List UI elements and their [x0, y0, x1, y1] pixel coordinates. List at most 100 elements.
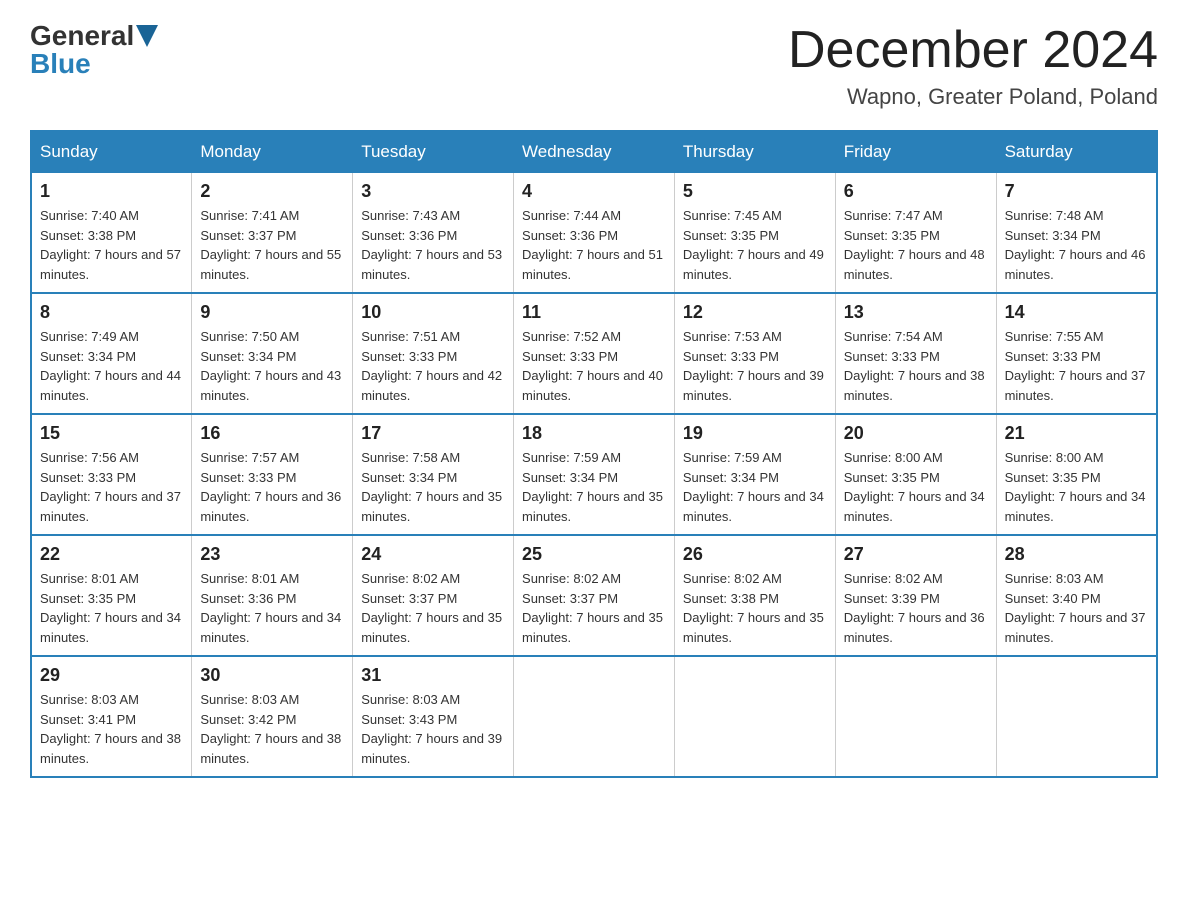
- day-number: 26: [683, 544, 827, 565]
- day-number: 14: [1005, 302, 1148, 323]
- day-number: 28: [1005, 544, 1148, 565]
- calendar-cell: 17Sunrise: 7:58 AMSunset: 3:34 PMDayligh…: [353, 414, 514, 535]
- day-number: 7: [1005, 181, 1148, 202]
- logo-arrow-icon: [136, 25, 158, 47]
- calendar-cell: 18 Sunrise: 7:59 AMSunset: 3:34 PMDayligh…: [514, 414, 675, 535]
- day-number: 3: [361, 181, 505, 202]
- calendar-cell: 7 Sunrise: 7:48 AMSunset: 3:34 PMDaylight…: [996, 173, 1157, 294]
- header-row: SundayMondayTuesdayWednesdayThursdayFrid…: [31, 131, 1157, 173]
- day-info: Sunrise: 7:52 AMSunset: 3:33 PMDaylight:…: [522, 327, 666, 405]
- day-info: Sunrise: 7:48 AMSunset: 3:34 PMDaylight:…: [1005, 206, 1148, 284]
- day-number: 24: [361, 544, 505, 565]
- day-number: 30: [200, 665, 344, 686]
- calendar-cell: 9 Sunrise: 7:50 AMSunset: 3:34 PMDaylight…: [192, 293, 353, 414]
- calendar-cell: [674, 656, 835, 777]
- calendar-row-2: 15 Sunrise: 7:56 AMSunset: 3:33 PMDayligh…: [31, 414, 1157, 535]
- calendar-cell: 19 Sunrise: 7:59 AMSunset: 3:34 PMDayligh…: [674, 414, 835, 535]
- day-info: Sunrise: 7:53 AMSunset: 3:33 PMDaylight:…: [683, 327, 827, 405]
- day-number: 21: [1005, 423, 1148, 444]
- calendar-cell: 10 Sunrise: 7:51 AMSunset: 3:33 PMDayligh…: [353, 293, 514, 414]
- header-cell-friday: Friday: [835, 131, 996, 173]
- day-number: 9: [200, 302, 344, 323]
- title-area: December 2024 Wapno, Greater Poland, Pol…: [788, 20, 1158, 110]
- day-info: Sunrise: 8:01 AMSunset: 3:36 PMDaylight:…: [200, 569, 344, 647]
- header-cell-thursday: Thursday: [674, 131, 835, 173]
- day-info: Sunrise: 7:41 AMSunset: 3:37 PMDaylight:…: [200, 206, 344, 284]
- calendar-cell: 11 Sunrise: 7:52 AMSunset: 3:33 PMDayligh…: [514, 293, 675, 414]
- calendar-header: SundayMondayTuesdayWednesdayThursdayFrid…: [31, 131, 1157, 173]
- calendar-cell: 16Sunrise: 7:57 AMSunset: 3:33 PMDayligh…: [192, 414, 353, 535]
- day-number: 12: [683, 302, 827, 323]
- day-number: 18: [522, 423, 666, 444]
- calendar-cell: 1Sunrise: 7:40 AMSunset: 3:38 PMDaylight…: [31, 173, 192, 294]
- calendar-body: 1Sunrise: 7:40 AMSunset: 3:38 PMDaylight…: [31, 173, 1157, 778]
- day-number: 13: [844, 302, 988, 323]
- header-cell-sunday: Sunday: [31, 131, 192, 173]
- calendar-cell: 13 Sunrise: 7:54 AMSunset: 3:33 PMDayligh…: [835, 293, 996, 414]
- calendar-cell: 3 Sunrise: 7:43 AMSunset: 3:36 PMDaylight…: [353, 173, 514, 294]
- calendar-cell: 20Sunrise: 8:00 AMSunset: 3:35 PMDayligh…: [835, 414, 996, 535]
- calendar-cell: 8 Sunrise: 7:49 AMSunset: 3:34 PMDaylight…: [31, 293, 192, 414]
- day-info: Sunrise: 7:59 AMSunset: 3:34 PMDaylight:…: [683, 448, 827, 526]
- calendar-cell: 14 Sunrise: 7:55 AMSunset: 3:33 PMDayligh…: [996, 293, 1157, 414]
- calendar-row-0: 1Sunrise: 7:40 AMSunset: 3:38 PMDaylight…: [31, 173, 1157, 294]
- day-number: 2: [200, 181, 344, 202]
- day-info: Sunrise: 7:59 AMSunset: 3:34 PMDaylight:…: [522, 448, 666, 526]
- calendar-cell: 24 Sunrise: 8:02 AMSunset: 3:37 PMDayligh…: [353, 535, 514, 656]
- day-number: 11: [522, 302, 666, 323]
- day-info: Sunrise: 8:02 AMSunset: 3:39 PMDaylight:…: [844, 569, 988, 647]
- day-info: Sunrise: 8:03 AMSunset: 3:40 PMDaylight:…: [1005, 569, 1148, 647]
- day-info: Sunrise: 8:00 AMSunset: 3:35 PMDaylight:…: [844, 448, 988, 526]
- day-number: 19: [683, 423, 827, 444]
- day-info: Sunrise: 8:02 AMSunset: 3:38 PMDaylight:…: [683, 569, 827, 647]
- calendar-cell: 23 Sunrise: 8:01 AMSunset: 3:36 PMDayligh…: [192, 535, 353, 656]
- calendar-cell: 22 Sunrise: 8:01 AMSunset: 3:35 PMDayligh…: [31, 535, 192, 656]
- day-number: 29: [40, 665, 183, 686]
- day-info: Sunrise: 7:51 AMSunset: 3:33 PMDaylight:…: [361, 327, 505, 405]
- day-info: Sunrise: 8:01 AMSunset: 3:35 PMDaylight:…: [40, 569, 183, 647]
- day-info: Sunrise: 7:49 AMSunset: 3:34 PMDaylight:…: [40, 327, 183, 405]
- day-info: Sunrise: 7:45 AMSunset: 3:35 PMDaylight:…: [683, 206, 827, 284]
- header-cell-wednesday: Wednesday: [514, 131, 675, 173]
- header-cell-saturday: Saturday: [996, 131, 1157, 173]
- location-text: Wapno, Greater Poland, Poland: [788, 84, 1158, 110]
- day-info: Sunrise: 7:43 AMSunset: 3:36 PMDaylight:…: [361, 206, 505, 284]
- page-header: General Blue December 2024 Wapno, Greate…: [30, 20, 1158, 110]
- day-number: 15: [40, 423, 183, 444]
- day-number: 23: [200, 544, 344, 565]
- day-number: 6: [844, 181, 988, 202]
- day-info: Sunrise: 7:54 AMSunset: 3:33 PMDaylight:…: [844, 327, 988, 405]
- day-number: 16: [200, 423, 344, 444]
- day-number: 1: [40, 181, 183, 202]
- day-info: Sunrise: 8:02 AMSunset: 3:37 PMDaylight:…: [361, 569, 505, 647]
- day-info: Sunrise: 8:00 AMSunset: 3:35 PMDaylight:…: [1005, 448, 1148, 526]
- calendar-cell: 25Sunrise: 8:02 AMSunset: 3:37 PMDayligh…: [514, 535, 675, 656]
- calendar-cell: 6 Sunrise: 7:47 AMSunset: 3:35 PMDaylight…: [835, 173, 996, 294]
- logo-blue-part: [134, 21, 158, 52]
- month-title: December 2024: [788, 20, 1158, 80]
- day-number: 31: [361, 665, 505, 686]
- day-info: Sunrise: 7:44 AMSunset: 3:36 PMDaylight:…: [522, 206, 666, 284]
- day-number: 5: [683, 181, 827, 202]
- calendar-cell: 29 Sunrise: 8:03 AMSunset: 3:41 PMDayligh…: [31, 656, 192, 777]
- day-info: Sunrise: 7:47 AMSunset: 3:35 PMDaylight:…: [844, 206, 988, 284]
- day-number: 22: [40, 544, 183, 565]
- day-number: 27: [844, 544, 988, 565]
- day-info: Sunrise: 8:03 AMSunset: 3:41 PMDaylight:…: [40, 690, 183, 768]
- calendar-cell: 28 Sunrise: 8:03 AMSunset: 3:40 PMDayligh…: [996, 535, 1157, 656]
- calendar-cell: 30Sunrise: 8:03 AMSunset: 3:42 PMDayligh…: [192, 656, 353, 777]
- day-number: 17: [361, 423, 505, 444]
- calendar-cell: 2 Sunrise: 7:41 AMSunset: 3:37 PMDaylight…: [192, 173, 353, 294]
- calendar-cell: [835, 656, 996, 777]
- calendar-cell: [514, 656, 675, 777]
- logo: General Blue: [30, 20, 158, 80]
- day-number: 10: [361, 302, 505, 323]
- calendar-cell: 26 Sunrise: 8:02 AMSunset: 3:38 PMDayligh…: [674, 535, 835, 656]
- calendar-cell: [996, 656, 1157, 777]
- day-info: Sunrise: 7:55 AMSunset: 3:33 PMDaylight:…: [1005, 327, 1148, 405]
- calendar-cell: 27 Sunrise: 8:02 AMSunset: 3:39 PMDayligh…: [835, 535, 996, 656]
- day-info: Sunrise: 7:56 AMSunset: 3:33 PMDaylight:…: [40, 448, 183, 526]
- logo-line2: Blue: [30, 48, 91, 80]
- day-number: 8: [40, 302, 183, 323]
- day-info: Sunrise: 7:50 AMSunset: 3:34 PMDaylight:…: [200, 327, 344, 405]
